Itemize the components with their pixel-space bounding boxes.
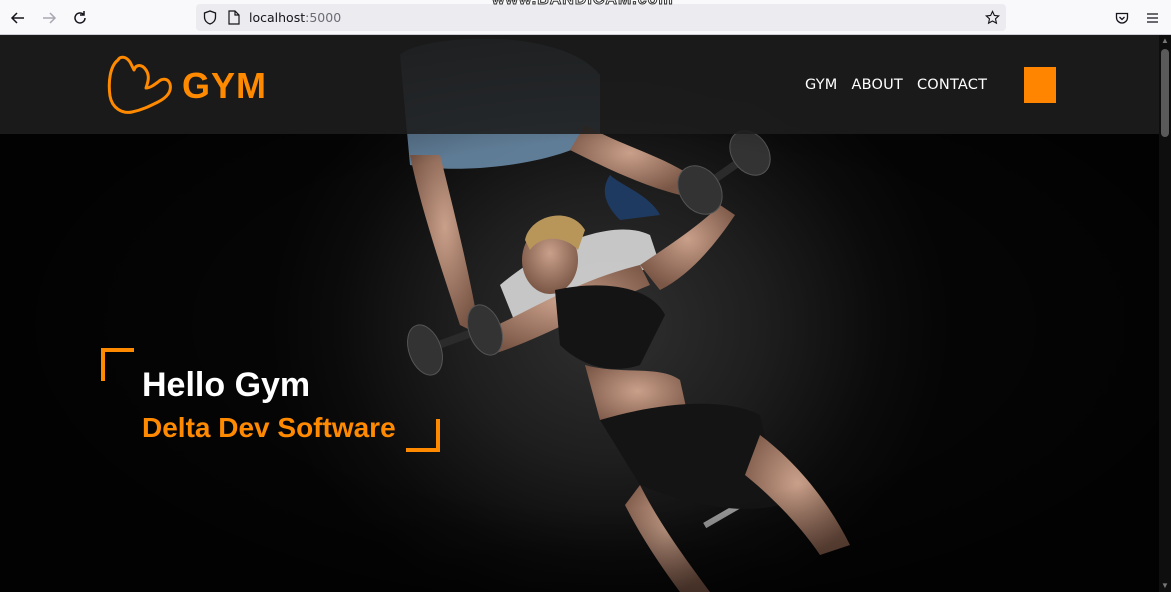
main-nav: GYM ABOUT CONTACT [805,77,987,93]
corner-bracket-bottom-right [406,419,440,452]
browser-toolbar: localhost:5000 www.BANDICAM.com [0,0,1171,35]
page-icon [226,9,242,25]
reload-button[interactable] [68,6,92,30]
nav-link-gym[interactable]: GYM [805,77,837,93]
reload-icon [74,11,86,24]
hamburger-menu-icon[interactable] [1144,10,1160,26]
url-port: :5000 [305,10,342,25]
logo-text: GYM [182,65,268,106]
site-header: GYM GYM ABOUT CONTACT [0,35,1159,134]
shield-icon[interactable] [202,9,218,25]
arrow-right-icon [43,12,57,24]
pocket-icon[interactable] [1114,10,1130,26]
arrow-left-icon [10,12,24,24]
menu-toggle-button[interactable] [1024,67,1056,103]
page-scrollbar[interactable]: ▲ ▼ [1159,35,1171,592]
nav-link-about[interactable]: ABOUT [851,77,903,93]
star-icon[interactable] [984,9,1000,25]
hero-subtitle: Delta Dev Software [142,412,396,443]
site-logo[interactable]: GYM [106,52,276,118]
url-text[interactable]: localhost:5000 [249,10,341,25]
forward-button[interactable] [37,6,61,30]
web-page: GYM GYM ABOUT CONTACT Hello Gym Delta De… [0,35,1159,592]
nav-link-contact[interactable]: CONTACT [917,77,987,93]
flexed-arm-icon [107,55,172,114]
corner-bracket-top-left [101,348,134,381]
scroll-thumb[interactable] [1161,49,1169,137]
back-button[interactable] [6,6,30,30]
scroll-down-arrow[interactable]: ▼ [1159,580,1171,592]
url-host: localhost [249,10,306,25]
scroll-up-arrow[interactable]: ▲ [1159,35,1171,47]
hero-title: Hello Gym [142,366,311,404]
recording-watermark: www.BANDICAM.com [492,0,674,9]
